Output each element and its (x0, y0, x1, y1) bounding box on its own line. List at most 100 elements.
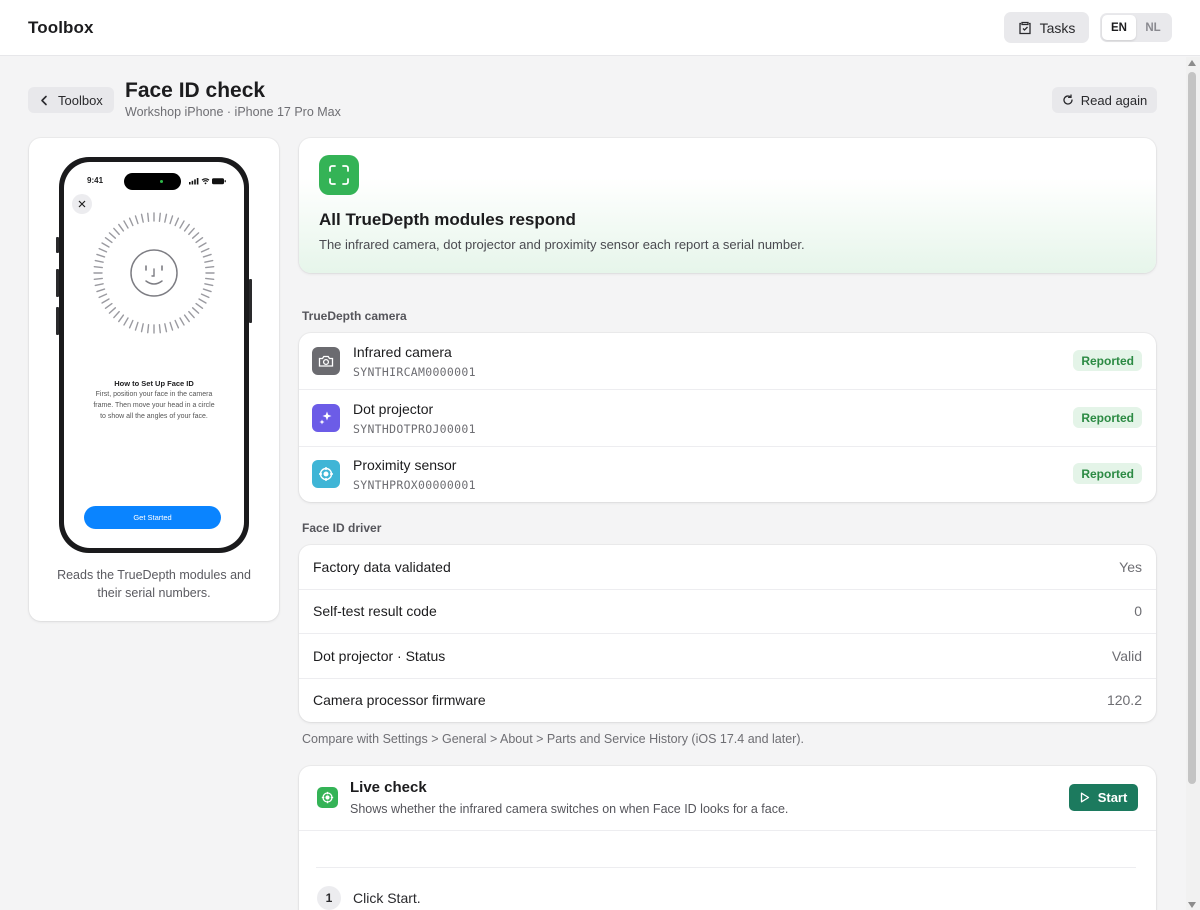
driver-row: Camera processor firmware 120.2 (299, 678, 1156, 722)
phone-power-button (249, 279, 252, 323)
read-again-button[interactable]: Read again (1052, 87, 1157, 113)
face-ring-tick (140, 213, 144, 223)
step-number: 1 (317, 886, 341, 910)
driver-row: Factory data validated Yes (299, 545, 1156, 589)
face-ring-tick (128, 319, 134, 329)
module-row-infrared: Infrared camera SYNTHIRCAM0000001 Report… (299, 333, 1156, 389)
phone-volume-down (56, 307, 59, 335)
refresh-icon (1063, 94, 1073, 105)
sparkles-icon (312, 404, 340, 432)
top-bar: Toolbox Tasks EN NL (0, 0, 1200, 56)
tasks-label: Tasks (1039, 19, 1076, 36)
face-ring-tick (140, 323, 144, 333)
divider (299, 830, 1156, 831)
face-ring-tick (174, 319, 180, 329)
page-title: Face ID check (125, 79, 266, 102)
start-button[interactable]: Start (1069, 784, 1138, 811)
phone-screen: 9:41 How to Set Up Face ID First, positi… (64, 162, 244, 548)
result-card: All TrueDepth modules respond The infrar… (299, 138, 1156, 273)
phone-body: First, position your face in the camera … (93, 391, 215, 420)
face-ring-tick (204, 283, 214, 287)
face-ring-tick (183, 314, 190, 323)
face-ring-tick (118, 223, 125, 232)
divider (316, 867, 1136, 868)
live-check-title: Live check (350, 779, 427, 796)
scrollbar-thumb[interactable] (1188, 72, 1196, 784)
status-badge: Reported (1073, 350, 1142, 371)
target-icon (312, 460, 340, 488)
truedepth-section-label: TrueDepth camera (302, 309, 407, 323)
phone-get-started-button: Get Started (84, 506, 221, 529)
face-ring-tick (96, 288, 106, 293)
back-button[interactable]: Toolbox (28, 87, 114, 113)
phone-close-icon (72, 194, 92, 214)
face-ring-tick (198, 242, 207, 248)
face-ring-tick (191, 232, 200, 239)
face-ring-tick (98, 247, 108, 253)
face-ring-tick (198, 298, 207, 304)
face-ring-tick (164, 213, 168, 223)
face-ring-tick (134, 321, 139, 331)
face-ring-tick (202, 288, 212, 293)
module-name: Proximity sensor (353, 457, 457, 473)
face-ring-tick (169, 321, 174, 331)
start-label: Start (1097, 790, 1128, 805)
face-ring-tick (183, 223, 190, 232)
face-ring-tick (188, 227, 195, 236)
face-ring-tick (174, 217, 180, 227)
page-subtitle: Workshop iPhone · iPhone 17 Pro Max (125, 105, 341, 119)
lang-en[interactable]: EN (1102, 15, 1136, 40)
face-ring-tick (147, 324, 150, 334)
driver-row-label: Camera processor firmware (313, 692, 486, 708)
module-name: Infrared camera (353, 344, 452, 360)
phone-volume-up (56, 269, 59, 297)
tasks-icon (1018, 21, 1031, 34)
phone-preview-card: 9:41 How to Set Up Face ID First, positi… (29, 138, 279, 621)
lang-nl[interactable]: NL (1136, 15, 1170, 40)
play-icon (1080, 792, 1089, 803)
scroll-up-arrow[interactable] (1188, 60, 1196, 66)
phone-status-icons (189, 178, 226, 185)
face-ring-tick (134, 215, 139, 225)
result-title: All TrueDepth modules respond (319, 210, 576, 229)
module-serial: SYNTHIRCAM0000001 (353, 365, 476, 379)
live-check-subtitle: Shows whether the infrared camera switch… (350, 802, 789, 816)
phone-side-button (56, 237, 59, 253)
phone-title: How to Set Up Face ID (114, 379, 194, 388)
tasks-button[interactable]: Tasks (1004, 12, 1089, 43)
face-ring-tick (169, 215, 174, 225)
smiley-face-icon (130, 249, 178, 297)
face-id-ring (93, 212, 215, 334)
face-ring-tick (191, 307, 200, 314)
face-ring-tick (101, 242, 110, 248)
face-ring-tick (108, 307, 117, 314)
face-ring-tick (179, 220, 185, 229)
phone-time: 9:41 (87, 176, 104, 185)
driver-row-value: 0 (1134, 603, 1142, 619)
module-serial: SYNTHDOTPROJ00001 (353, 422, 476, 436)
face-ring-tick (93, 266, 103, 269)
back-label: Toolbox (58, 92, 103, 108)
driver-row-value: 120.2 (1106, 692, 1142, 708)
face-ring-tick (104, 302, 113, 309)
module-row-proximity: Proximity sensor SYNTHPROX00000001 Repor… (299, 446, 1156, 502)
scroll-down-arrow[interactable] (1188, 902, 1196, 908)
face-ring-tick (94, 259, 104, 263)
status-badge: Reported (1073, 463, 1142, 484)
face-ring-tick (128, 217, 134, 227)
module-row-dot-projector: Dot projector SYNTHDOTPROJ00001 Reported (299, 390, 1156, 446)
face-ring-tick (158, 324, 161, 334)
face-ring-tick (104, 237, 113, 244)
driver-card: Factory data validated Yes Self-test res… (299, 545, 1156, 722)
truedepth-modules-card: Infrared camera SYNTHIRCAM0000001 Report… (299, 333, 1156, 502)
driver-row: Self-test result code 0 (299, 589, 1156, 633)
module-name: Dot projector (353, 401, 434, 417)
result-text: The infrared camera, dot projector and p… (319, 237, 805, 252)
live-check-card: Live check Shows whether the infrared ca… (299, 766, 1156, 910)
step-text: Click Start. (353, 890, 421, 906)
status-badge: Reported (1073, 407, 1142, 428)
driver-row-label: Dot projector · Status (313, 648, 446, 664)
face-ring-tick (202, 253, 212, 258)
face-ring-tick (179, 317, 185, 326)
face-ring-tick (200, 247, 210, 253)
